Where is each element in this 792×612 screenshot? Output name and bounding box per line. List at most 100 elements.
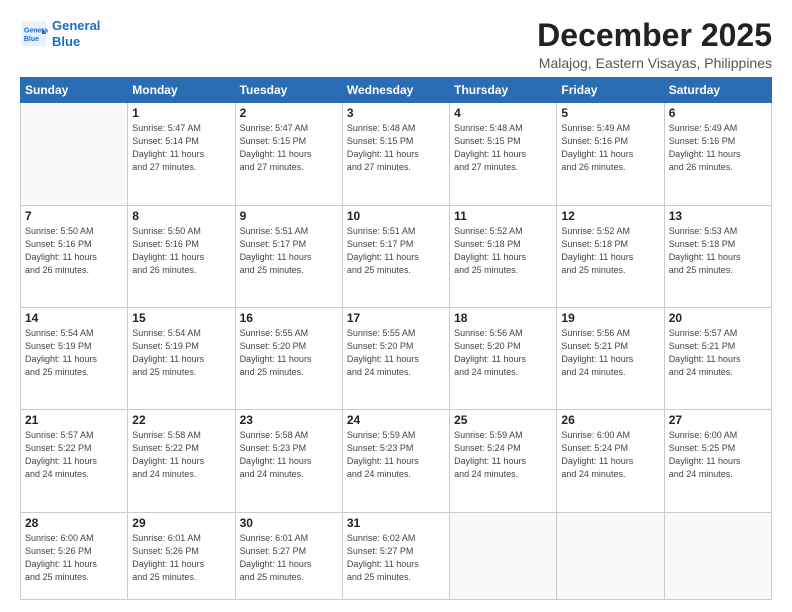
day-number: 1 — [132, 106, 230, 120]
calendar-row: 1 Sunrise: 5:47 AM Sunset: 5:14 PM Daylig… — [21, 103, 772, 205]
day-number: 21 — [25, 413, 123, 427]
day-number: 6 — [669, 106, 767, 120]
table-row: 3 Sunrise: 5:48 AM Sunset: 5:15 PM Daylig… — [342, 103, 449, 205]
header-friday: Friday — [557, 78, 664, 103]
day-number: 30 — [240, 516, 338, 530]
header-tuesday: Tuesday — [235, 78, 342, 103]
day-detail: Sunrise: 5:52 AM Sunset: 5:18 PM Dayligh… — [454, 225, 552, 277]
day-detail: Sunrise: 6:00 AM Sunset: 5:26 PM Dayligh… — [25, 532, 123, 584]
day-detail: Sunrise: 5:58 AM Sunset: 5:23 PM Dayligh… — [240, 429, 338, 481]
day-detail: Sunrise: 5:47 AM Sunset: 5:14 PM Dayligh… — [132, 122, 230, 174]
table-row: 12 Sunrise: 5:52 AM Sunset: 5:18 PM Dayli… — [557, 205, 664, 307]
table-row: 18 Sunrise: 5:56 AM Sunset: 5:20 PM Dayli… — [450, 307, 557, 409]
day-detail: Sunrise: 6:00 AM Sunset: 5:25 PM Dayligh… — [669, 429, 767, 481]
month-title: December 2025 — [537, 18, 772, 53]
table-row — [664, 512, 771, 600]
table-row: 9 Sunrise: 5:51 AM Sunset: 5:17 PM Daylig… — [235, 205, 342, 307]
day-detail: Sunrise: 6:01 AM Sunset: 5:27 PM Dayligh… — [240, 532, 338, 584]
day-detail: Sunrise: 5:49 AM Sunset: 5:16 PM Dayligh… — [561, 122, 659, 174]
day-number: 13 — [669, 209, 767, 223]
day-detail: Sunrise: 5:52 AM Sunset: 5:18 PM Dayligh… — [561, 225, 659, 277]
day-number: 7 — [25, 209, 123, 223]
table-row: 20 Sunrise: 5:57 AM Sunset: 5:21 PM Dayli… — [664, 307, 771, 409]
table-row: 14 Sunrise: 5:54 AM Sunset: 5:19 PM Dayli… — [21, 307, 128, 409]
table-row: 5 Sunrise: 5:49 AM Sunset: 5:16 PM Daylig… — [557, 103, 664, 205]
table-row: 7 Sunrise: 5:50 AM Sunset: 5:16 PM Daylig… — [21, 205, 128, 307]
table-row: 31 Sunrise: 6:02 AM Sunset: 5:27 PM Dayli… — [342, 512, 449, 600]
day-number: 28 — [25, 516, 123, 530]
day-detail: Sunrise: 5:53 AM Sunset: 5:18 PM Dayligh… — [669, 225, 767, 277]
table-row: 21 Sunrise: 5:57 AM Sunset: 5:22 PM Dayli… — [21, 410, 128, 512]
day-number: 17 — [347, 311, 445, 325]
day-number: 19 — [561, 311, 659, 325]
table-row: 2Sunrise: 5:47 AM Sunset: 5:15 PM Daylig… — [235, 103, 342, 205]
header-wednesday: Wednesday — [342, 78, 449, 103]
day-number: 20 — [669, 311, 767, 325]
logo: General Blue General Blue — [20, 18, 100, 49]
svg-text:Blue: Blue — [24, 36, 39, 43]
day-detail: Sunrise: 5:57 AM Sunset: 5:22 PM Dayligh… — [25, 429, 123, 481]
day-number: 25 — [454, 413, 552, 427]
table-row: 17 Sunrise: 5:55 AM Sunset: 5:20 PM Dayli… — [342, 307, 449, 409]
table-row: 24Sunrise: 5:59 AM Sunset: 5:23 PM Dayli… — [342, 410, 449, 512]
day-detail: Sunrise: 5:55 AM Sunset: 5:20 PM Dayligh… — [347, 327, 445, 379]
calendar-row: 21 Sunrise: 5:57 AM Sunset: 5:22 PM Dayli… — [21, 410, 772, 512]
day-number: 16 — [240, 311, 338, 325]
table-row: 27 Sunrise: 6:00 AM Sunset: 5:25 PM Dayli… — [664, 410, 771, 512]
day-detail: Sunrise: 6:00 AM Sunset: 5:24 PM Dayligh… — [561, 429, 659, 481]
table-row — [21, 103, 128, 205]
day-detail: Sunrise: 5:51 AM Sunset: 5:17 PM Dayligh… — [240, 225, 338, 277]
location-subtitle: Malajog, Eastern Visayas, Philippines — [537, 55, 772, 71]
day-detail: Sunrise: 5:50 AM Sunset: 5:16 PM Dayligh… — [25, 225, 123, 277]
day-number: 22 — [132, 413, 230, 427]
day-detail: Sunrise: 5:50 AM Sunset: 5:16 PM Dayligh… — [132, 225, 230, 277]
calendar-header-row: Sunday Monday Tuesday Wednesday Thursday… — [21, 78, 772, 103]
day-number: 14 — [25, 311, 123, 325]
day-detail: Sunrise: 5:56 AM Sunset: 5:20 PM Dayligh… — [454, 327, 552, 379]
page: General Blue General Blue December 2025 … — [0, 0, 792, 612]
table-row: 15Sunrise: 5:54 AM Sunset: 5:19 PM Dayli… — [128, 307, 235, 409]
table-row: 6Sunrise: 5:49 AM Sunset: 5:16 PM Daylig… — [664, 103, 771, 205]
day-number: 27 — [669, 413, 767, 427]
table-row: 19Sunrise: 5:56 AM Sunset: 5:21 PM Dayli… — [557, 307, 664, 409]
day-number: 11 — [454, 209, 552, 223]
day-detail: Sunrise: 5:48 AM Sunset: 5:15 PM Dayligh… — [454, 122, 552, 174]
table-row: 1 Sunrise: 5:47 AM Sunset: 5:14 PM Daylig… — [128, 103, 235, 205]
table-row: 29Sunrise: 6:01 AM Sunset: 5:26 PM Dayli… — [128, 512, 235, 600]
day-number: 2 — [240, 106, 338, 120]
table-row — [557, 512, 664, 600]
day-detail: Sunrise: 6:02 AM Sunset: 5:27 PM Dayligh… — [347, 532, 445, 584]
day-detail: Sunrise: 5:55 AM Sunset: 5:20 PM Dayligh… — [240, 327, 338, 379]
table-row: 13 Sunrise: 5:53 AM Sunset: 5:18 PM Dayli… — [664, 205, 771, 307]
table-row: 16 Sunrise: 5:55 AM Sunset: 5:20 PM Dayli… — [235, 307, 342, 409]
table-row: 8 Sunrise: 5:50 AM Sunset: 5:16 PM Daylig… — [128, 205, 235, 307]
header-thursday: Thursday — [450, 78, 557, 103]
table-row: 23Sunrise: 5:58 AM Sunset: 5:23 PM Dayli… — [235, 410, 342, 512]
table-row: 4 Sunrise: 5:48 AM Sunset: 5:15 PM Daylig… — [450, 103, 557, 205]
day-number: 12 — [561, 209, 659, 223]
day-detail: Sunrise: 5:54 AM Sunset: 5:19 PM Dayligh… — [25, 327, 123, 379]
day-detail: Sunrise: 5:51 AM Sunset: 5:17 PM Dayligh… — [347, 225, 445, 277]
day-number: 9 — [240, 209, 338, 223]
day-number: 3 — [347, 106, 445, 120]
header-saturday: Saturday — [664, 78, 771, 103]
day-number: 31 — [347, 516, 445, 530]
day-detail: Sunrise: 5:57 AM Sunset: 5:21 PM Dayligh… — [669, 327, 767, 379]
day-number: 24 — [347, 413, 445, 427]
day-number: 4 — [454, 106, 552, 120]
table-row: 25Sunrise: 5:59 AM Sunset: 5:24 PM Dayli… — [450, 410, 557, 512]
table-row: 11 Sunrise: 5:52 AM Sunset: 5:18 PM Dayli… — [450, 205, 557, 307]
day-number: 5 — [561, 106, 659, 120]
day-number: 8 — [132, 209, 230, 223]
day-detail: Sunrise: 5:48 AM Sunset: 5:15 PM Dayligh… — [347, 122, 445, 174]
calendar-row: 7 Sunrise: 5:50 AM Sunset: 5:16 PM Daylig… — [21, 205, 772, 307]
day-number: 15 — [132, 311, 230, 325]
day-number: 18 — [454, 311, 552, 325]
calendar-table: Sunday Monday Tuesday Wednesday Thursday… — [20, 77, 772, 600]
calendar-row: 14 Sunrise: 5:54 AM Sunset: 5:19 PM Dayli… — [21, 307, 772, 409]
table-row — [450, 512, 557, 600]
table-row: 22Sunrise: 5:58 AM Sunset: 5:22 PM Dayli… — [128, 410, 235, 512]
day-number: 26 — [561, 413, 659, 427]
day-number: 10 — [347, 209, 445, 223]
title-block: December 2025 Malajog, Eastern Visayas, … — [537, 18, 772, 71]
